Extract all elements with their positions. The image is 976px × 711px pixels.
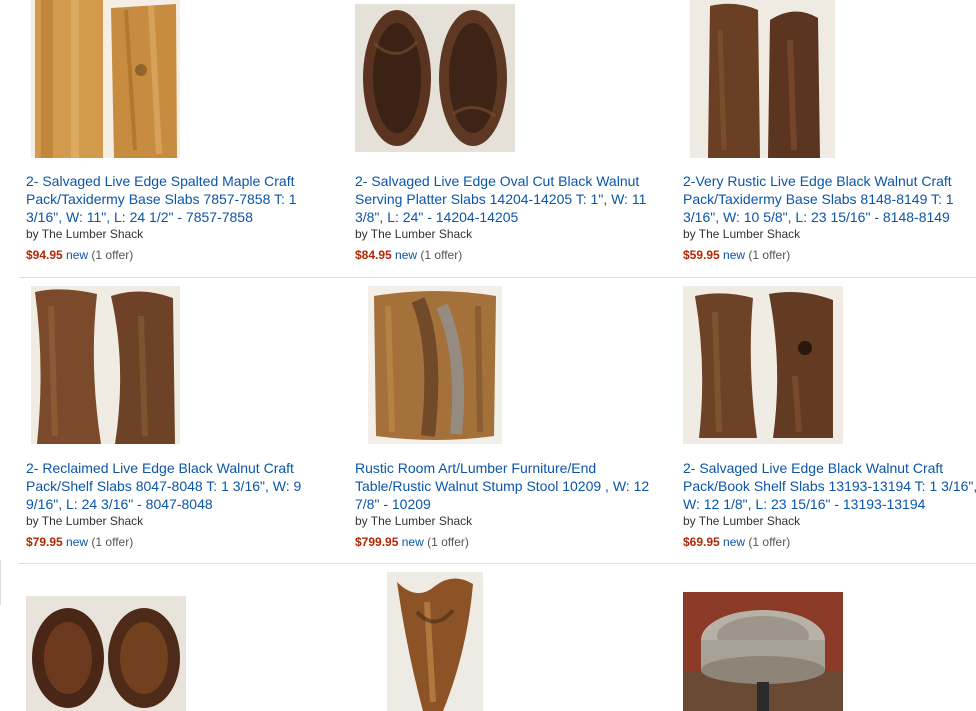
product-grid: 2- Salvaged Live Edge Spalted Maple Craf… [0, 0, 976, 711]
new-offer-link[interactable]: new [66, 248, 88, 262]
offer-line: $799.95 new (1 offer) [355, 535, 469, 549]
seller-name: by The Lumber Shack [683, 227, 801, 241]
row-divider [19, 277, 976, 278]
new-offer-link[interactable]: new [395, 248, 417, 262]
new-offer-link[interactable]: new [66, 535, 88, 549]
product-image-reclaimed-walnut-slabs[interactable] [31, 286, 180, 444]
product-image-bookshelf-walnut-slabs[interactable] [683, 286, 843, 444]
seller-name: by The Lumber Shack [683, 514, 801, 528]
offer-count: (1 offer) [91, 248, 134, 262]
product-price: $94.95 [26, 248, 63, 262]
product-image-rustic-walnut-slabs[interactable] [690, 0, 835, 158]
product-image-stump-stool[interactable] [368, 286, 502, 444]
offer-line: $94.95 new (1 offer) [26, 248, 133, 262]
product-image-oval-walnut-slabs[interactable] [355, 4, 515, 152]
offer-line: $69.95 new (1 offer) [683, 535, 790, 549]
seller-name: by The Lumber Shack [355, 514, 473, 528]
product-image-round-walnut-slabs[interactable] [26, 596, 186, 711]
product-price: $84.95 [355, 248, 392, 262]
product-title-link[interactable]: 2- Salvaged Live Edge Spalted Maple Craf… [26, 172, 326, 226]
row-divider [19, 563, 976, 564]
card-column-clip: 2-Very Rustic Live Edge Black Walnut Cra… [683, 172, 976, 272]
product-price: $79.95 [26, 535, 63, 549]
product-image-walnut-slab[interactable] [387, 572, 483, 711]
seller-name: by The Lumber Shack [26, 227, 144, 241]
offer-line: $84.95 new (1 offer) [355, 248, 462, 262]
offer-line: $79.95 new (1 offer) [26, 535, 133, 549]
product-price: $59.95 [683, 248, 720, 262]
offer-count: (1 offer) [91, 535, 134, 549]
offer-count: (1 offer) [420, 248, 463, 262]
product-title-link[interactable]: 2- Salvaged Live Edge Black Walnut Craft… [683, 459, 976, 513]
offer-line: $59.95 new (1 offer) [683, 248, 790, 262]
new-offer-link[interactable]: new [723, 535, 745, 549]
new-offer-link[interactable]: new [402, 535, 424, 549]
left-border [0, 560, 1, 605]
seller-name: by The Lumber Shack [26, 514, 144, 528]
product-title-link[interactable]: 2-Very Rustic Live Edge Black Walnut Cra… [683, 172, 976, 226]
product-title-link[interactable]: 2- Reclaimed Live Edge Black Walnut Craf… [26, 459, 326, 513]
product-title-link[interactable]: 2- Salvaged Live Edge Oval Cut Black Wal… [355, 172, 673, 226]
seller-name: by The Lumber Shack [355, 227, 473, 241]
product-image-maple-slabs[interactable] [31, 0, 180, 158]
offer-count: (1 offer) [748, 248, 791, 262]
product-price: $799.95 [355, 535, 399, 549]
new-offer-link[interactable]: new [723, 248, 745, 262]
offer-count: (1 offer) [748, 535, 791, 549]
card-column-clip: 2- Salvaged Live Edge Black Walnut Craft… [683, 459, 976, 559]
product-price: $69.95 [683, 535, 720, 549]
product-image-stump-table[interactable] [683, 592, 843, 711]
product-title-link[interactable]: Rustic Room Art/Lumber Furniture/End Tab… [355, 459, 655, 513]
offer-count: (1 offer) [427, 535, 469, 549]
